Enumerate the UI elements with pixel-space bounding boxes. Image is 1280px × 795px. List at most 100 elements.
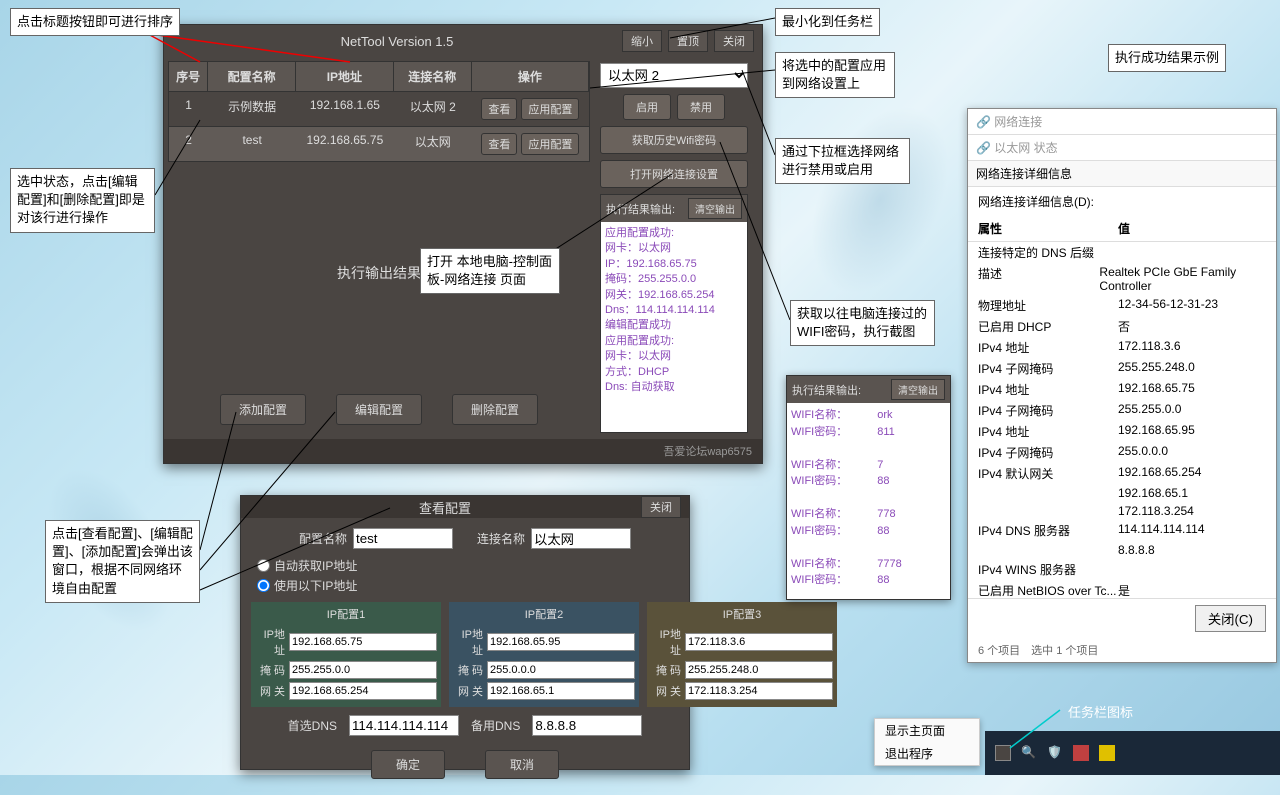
detail-row: IPv4 WINS 服务器: [968, 559, 1276, 580]
network-details-window: 🔗 网络连接 🔗 以太网 状态 网络连接详细信息 网络连接详细信息(D): 属性…: [967, 108, 1277, 663]
detail-row: 192.168.65.1: [968, 484, 1276, 502]
close-button[interactable]: 关闭: [714, 30, 754, 52]
apply-button[interactable]: 应用配置: [521, 98, 579, 120]
detail-row: 172.118.3.254: [968, 502, 1276, 520]
detail-row: IPv4 子网掩码255.0.0.0: [968, 442, 1276, 463]
gateway-input[interactable]: [685, 682, 833, 700]
main-window: NetTool Version 1.5 缩小 置顶 关闭 序号 配置名称 IP地…: [163, 24, 763, 464]
nic-select[interactable]: 以太网 2: [600, 63, 748, 88]
mask-input[interactable]: [685, 661, 833, 679]
dialog-close-button[interactable]: 关闭: [641, 496, 681, 518]
config-dialog: 查看配置 关闭 配置名称 连接名称 自动获取IP地址 使用以下IP地址 IP配置…: [240, 495, 690, 770]
detail-row: 描述Realtek PCIe GbE Family Controller: [968, 263, 1276, 295]
hint-tray: 任务栏图标: [1062, 700, 1139, 726]
hint-success: 执行成功结果示例: [1108, 44, 1226, 72]
view-button[interactable]: 查看: [481, 98, 517, 120]
clear-output-button[interactable]: 清空输出: [688, 198, 742, 219]
hint-sort: 点击标题按钮即可进行排序: [10, 8, 180, 36]
detail-row: 物理地址12-34-56-12-31-23: [968, 295, 1276, 316]
tray-show[interactable]: 显示主页面: [875, 719, 979, 742]
col-op: 操作: [472, 62, 589, 91]
winnet-close-button[interactable]: 关闭(C): [1195, 605, 1266, 632]
config-table: 序号 配置名称 IP地址 连接名称 操作 1示例数据192.168.1.65以太…: [168, 61, 590, 162]
dns1-input[interactable]: [349, 715, 459, 736]
config-name-label: 配置名称: [299, 528, 453, 549]
gateway-input[interactable]: [487, 682, 635, 700]
ip-input[interactable]: [289, 633, 437, 651]
tray-menu: 显示主页面 退出程序: [874, 718, 980, 766]
tray-app-icon[interactable]: [995, 745, 1011, 761]
wifi-clear-button[interactable]: 清空输出: [891, 379, 945, 400]
hint-opennet: 打开 本地电脑-控制面板-网络连接 页面: [420, 248, 560, 294]
dns2-input[interactable]: [532, 715, 642, 736]
winnet-t2: 🔗 以太网 状态: [968, 135, 1276, 161]
topmost-button[interactable]: 置顶: [668, 30, 708, 52]
main-titlebar: NetTool Version 1.5 缩小 置顶 关闭: [164, 25, 762, 57]
ip-input[interactable]: [487, 633, 635, 651]
open-net-button[interactable]: 打开网络连接设置: [600, 160, 748, 188]
col-name[interactable]: 配置名称: [208, 62, 296, 91]
search-icon[interactable]: 🔍: [1021, 745, 1037, 761]
detail-row: 连接特定的 DNS 后缀: [968, 242, 1276, 263]
output-box: 执行结果输出: 清空输出 应用配置成功:网卡：以太网IP：192.168.65.…: [600, 194, 748, 433]
ip-config-3: IP配置3 IP地址 掩 码 网 关: [647, 602, 837, 707]
table-row[interactable]: 1示例数据192.168.1.65以太网 2 查看 应用配置: [169, 91, 589, 126]
output-title: 执行结果输出:: [606, 201, 675, 217]
tray-exit[interactable]: 退出程序: [875, 742, 979, 765]
hint-dialog: 点击[查看配置]、[编辑配置]、[添加配置]会弹出该窗口，根据不同网络环境自由配…: [45, 520, 200, 603]
detail-row: IPv4 地址172.118.3.6: [968, 337, 1276, 358]
detail-row: IPv4 地址192.168.65.95: [968, 421, 1276, 442]
detail-row: IPv4 地址192.168.65.75: [968, 379, 1276, 400]
radio-static[interactable]: 使用以下IP地址: [257, 577, 679, 594]
table-row[interactable]: 2test192.168.65.75以太网 查看 应用配置: [169, 126, 589, 161]
radio-dhcp[interactable]: 自动获取IP地址: [257, 557, 679, 574]
apply-button[interactable]: 应用配置: [521, 133, 579, 155]
footer-credit: 吾爱论坛wap6575: [164, 439, 762, 463]
ip-config-2: IP配置2 IP地址 掩 码 网 关: [449, 602, 639, 707]
delete-config-button[interactable]: 删除配置: [452, 394, 538, 425]
gateway-input[interactable]: [289, 682, 437, 700]
disable-button[interactable]: 禁用: [677, 94, 725, 120]
winnet-t1: 🔗 网络连接: [968, 109, 1276, 135]
edit-config-button[interactable]: 编辑配置: [336, 394, 422, 425]
mask-input[interactable]: [487, 661, 635, 679]
conn-name-label: 连接名称: [477, 528, 631, 549]
winnet-t3: 网络连接详细信息: [968, 161, 1276, 187]
winnet-status: 6 个项目 选中 1 个项目: [968, 638, 1276, 662]
app-icon[interactable]: [1073, 745, 1089, 761]
output-text: 应用配置成功:网卡：以太网IP：192.168.65.75掩码：255.255.…: [601, 222, 747, 432]
detail-row: 已启用 DHCP否: [968, 316, 1276, 337]
col-index[interactable]: 序号: [169, 62, 208, 91]
detail-row: IPv4 DNS 服务器114.114.114.114: [968, 520, 1276, 541]
taskbar-tray: 🔍 🛡️: [985, 731, 1280, 775]
col-ip[interactable]: IP地址: [296, 62, 394, 91]
dns2-label: 备用DNS: [471, 717, 520, 734]
col-conn[interactable]: 连接名称: [394, 62, 472, 91]
dns1-label: 首选DNS: [288, 717, 337, 734]
detail-row: IPv4 子网掩码255.255.0.0: [968, 400, 1276, 421]
mask-input[interactable]: [289, 661, 437, 679]
detail-row: 8.8.8.8: [968, 541, 1276, 559]
app-icon[interactable]: [1099, 745, 1115, 761]
enable-button[interactable]: 启用: [623, 94, 671, 120]
detail-row: IPv4 子网掩码255.255.248.0: [968, 358, 1276, 379]
detail-row: IPv4 默认网关192.168.65.254: [968, 463, 1276, 484]
get-wifi-button[interactable]: 获取历史Wifi密码: [600, 126, 748, 154]
wifi-out-title: 执行结果输出:: [792, 382, 861, 398]
hint-apply: 将选中的配置应用到网络设置上: [775, 52, 895, 98]
winnet-sub: 网络连接详细信息(D):: [968, 187, 1276, 216]
wifi-output-panel: 执行结果输出: 清空输出 WIFI名称：██orkWIFI密码：██811WIF…: [786, 375, 951, 600]
add-config-button[interactable]: 添加配置: [220, 394, 306, 425]
hint-selrow: 选中状态，点击[编辑配置]和[删除配置]即是对该行进行操作: [10, 168, 155, 233]
minimize-button[interactable]: 缩小: [622, 30, 662, 52]
view-button[interactable]: 查看: [481, 133, 517, 155]
ip-input[interactable]: [685, 633, 833, 651]
detail-row: 已启用 NetBIOS over Tc...是: [968, 580, 1276, 598]
shield-icon[interactable]: 🛡️: [1047, 745, 1063, 761]
ip-config-1: IP配置1 IP地址 掩 码 网 关: [251, 602, 441, 707]
main-title: NetTool Version 1.5: [172, 34, 622, 49]
hint-dropdown: 通过下拉框选择网络进行禁用或启用: [775, 138, 910, 184]
conn-name-input[interactable]: [531, 528, 631, 549]
hint-wifi: 获取以往电脑连接过的WIFI密码，执行截图: [790, 300, 935, 346]
config-name-input[interactable]: [353, 528, 453, 549]
